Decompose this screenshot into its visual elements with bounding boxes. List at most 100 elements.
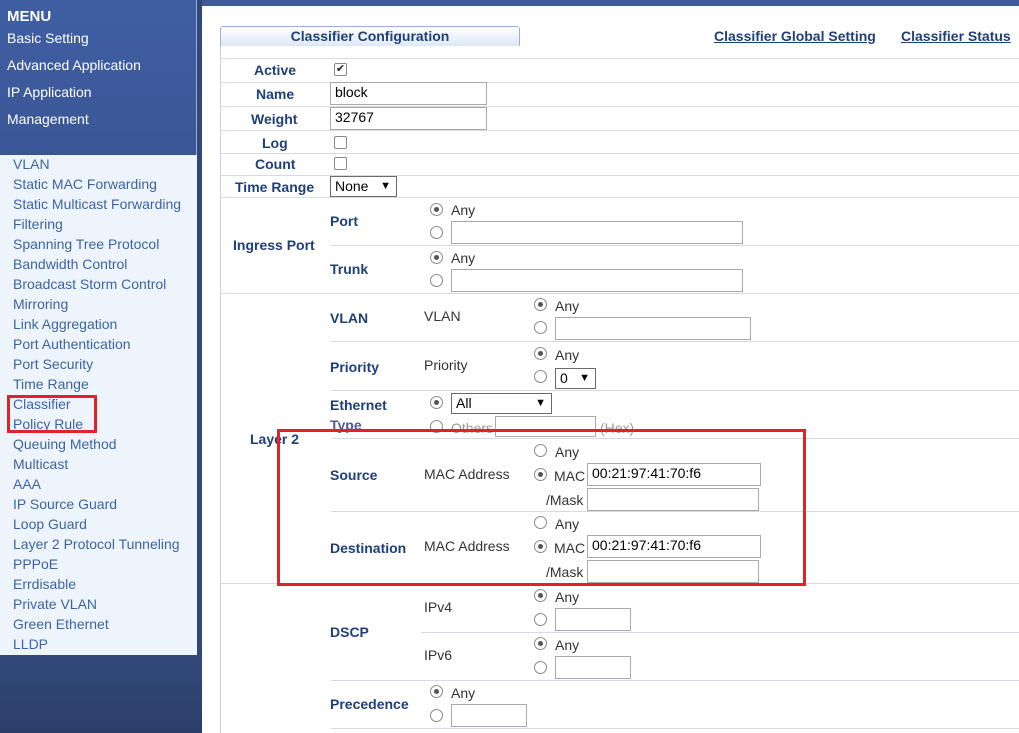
trunk-input[interactable] <box>451 269 743 292</box>
priority-select[interactable]: 0 ▼ <box>555 368 596 389</box>
sub-item-ip-source-guard[interactable]: IP Source Guard <box>13 496 117 512</box>
menu-title: MENU <box>7 8 52 25</box>
sub-item-spanning-tree-protocol[interactable]: Spanning Tree Protocol <box>13 236 159 252</box>
sub-item-multicast[interactable]: Multicast <box>13 456 68 472</box>
vlan-custom-radio[interactable] <box>534 321 547 334</box>
vlan-any-radio[interactable] <box>534 298 547 311</box>
sub-item-port-security[interactable]: Port Security <box>13 356 93 372</box>
precedence-label: Precedence <box>330 696 409 712</box>
sub-item-mirroring[interactable]: Mirroring <box>13 296 68 312</box>
row-divider <box>331 390 1019 391</box>
menu-footer <box>0 655 202 733</box>
classifier-status-link[interactable]: Classifier Status <box>901 28 1011 44</box>
ethernet-type-all-radio[interactable] <box>430 396 443 409</box>
menu-basic-setting[interactable]: Basic Setting <box>7 30 89 46</box>
precedence-any-label: Any <box>451 685 476 701</box>
row-divider <box>331 245 1019 246</box>
vlan-label: VLAN <box>330 310 369 326</box>
dscp-ipv6-label: IPv6 <box>424 647 453 663</box>
menu-divider <box>197 0 202 733</box>
classifier-highlight-box <box>7 395 97 433</box>
count-checkbox[interactable] <box>334 157 347 170</box>
active-checkbox[interactable]: ✔ <box>334 63 347 76</box>
tab-classifier-configuration[interactable]: Classifier Configuration <box>220 26 520 46</box>
dscp-ipv6-input[interactable] <box>555 656 631 679</box>
sub-item-pppoe[interactable]: PPPoE <box>13 556 58 572</box>
port-any-radio[interactable] <box>430 203 443 216</box>
port-custom-radio[interactable] <box>430 226 443 239</box>
sub-item-lldp[interactable]: LLDP <box>13 636 48 652</box>
vlan-input[interactable] <box>555 317 751 340</box>
sub-item-static-mac-forwarding[interactable]: Static MAC Forwarding <box>13 176 157 192</box>
sub-item-filtering[interactable]: Filtering <box>13 216 63 232</box>
mac-highlight-box <box>277 429 806 586</box>
time-range-select[interactable]: None ▼ <box>330 176 397 197</box>
trunk-any-radio[interactable] <box>430 251 443 264</box>
sub-item-layer2-protocol-tunneling[interactable]: Layer 2 Protocol Tunneling <box>13 536 180 552</box>
row-divider <box>331 728 1019 729</box>
vlan-any-label: Any <box>555 298 580 314</box>
weight-input[interactable]: 32767 <box>330 107 487 130</box>
row-divider <box>221 153 1019 154</box>
trunk-custom-radio[interactable] <box>430 274 443 287</box>
count-label: Count <box>255 156 296 172</box>
priority-any-label: Any <box>555 347 580 363</box>
row-divider <box>221 197 1019 198</box>
trunk-any-label: Any <box>451 250 476 266</box>
dscp-ipv6-any-radio[interactable] <box>534 637 547 650</box>
row-divider <box>221 293 1019 294</box>
sub-item-time-range[interactable]: Time Range <box>13 376 89 392</box>
top-strip <box>202 0 1019 6</box>
sub-item-link-aggregation[interactable]: Link Aggregation <box>13 316 117 332</box>
precedence-any-radio[interactable] <box>430 685 443 698</box>
ethernet-type-label: Ethernet <box>330 397 387 413</box>
dscp-ipv4-input[interactable] <box>555 608 631 631</box>
priority-custom-radio[interactable] <box>534 370 547 383</box>
row-divider <box>221 130 1019 131</box>
sub-item-queuing-method[interactable]: Queuing Method <box>13 436 117 452</box>
port-input[interactable] <box>451 221 743 244</box>
sub-item-green-ethernet[interactable]: Green Ethernet <box>13 616 109 632</box>
row-divider <box>221 58 1019 59</box>
dscp-ipv4-label: IPv4 <box>424 599 453 615</box>
dscp-ipv4-any-label: Any <box>555 589 580 605</box>
row-divider <box>331 341 1019 342</box>
sub-item-static-multicast-forwarding[interactable]: Static Multicast Forwarding <box>13 196 181 212</box>
dscp-ipv4-any-radio[interactable] <box>534 589 547 602</box>
dscp-ipv4-custom-radio[interactable] <box>534 613 547 626</box>
precedence-custom-radio[interactable] <box>430 709 443 722</box>
ingress-port-label: Ingress Port <box>233 237 315 253</box>
sub-item-errdisable[interactable]: Errdisable <box>13 576 76 592</box>
dscp-ipv6-any-label: Any <box>555 637 580 653</box>
sub-item-broadcast-storm-control[interactable]: Broadcast Storm Control <box>13 276 166 292</box>
name-input[interactable]: block <box>330 82 487 105</box>
ethernet-type-select[interactable]: All ▼ <box>451 393 552 414</box>
dscp-ipv6-custom-radio[interactable] <box>534 661 547 674</box>
row-divider <box>421 632 1019 633</box>
time-range-label: Time Range <box>235 179 315 195</box>
precedence-input[interactable] <box>451 704 527 727</box>
time-range-value: None <box>335 178 369 194</box>
port-label: Port <box>330 213 358 229</box>
priority-sub-label: Priority <box>424 357 468 373</box>
log-checkbox[interactable] <box>334 136 347 149</box>
menu-header: MENU Basic Setting Advanced Application … <box>0 0 197 155</box>
sub-item-port-authentication[interactable]: Port Authentication <box>13 336 131 352</box>
priority-any-radio[interactable] <box>534 347 547 360</box>
priority-label: Priority <box>330 359 380 375</box>
port-any-label: Any <box>451 202 476 218</box>
chevron-down-icon: ▼ <box>579 372 590 384</box>
weight-label: Weight <box>251 111 298 127</box>
menu-ip-application[interactable]: IP Application <box>7 84 92 100</box>
menu-management[interactable]: Management <box>7 111 89 127</box>
sub-item-vlan[interactable]: VLAN <box>13 156 50 172</box>
priority-value: 0 <box>560 370 568 386</box>
menu-advanced-application[interactable]: Advanced Application <box>7 57 141 73</box>
sub-item-private-vlan[interactable]: Private VLAN <box>13 596 97 612</box>
sub-item-bandwidth-control[interactable]: Bandwidth Control <box>13 256 127 272</box>
row-divider <box>331 680 1019 681</box>
sub-item-aaa[interactable]: AAA <box>13 476 41 492</box>
classifier-global-setting-link[interactable]: Classifier Global Setting <box>714 28 876 44</box>
sub-item-loop-guard[interactable]: Loop Guard <box>13 516 87 532</box>
log-label: Log <box>262 135 288 151</box>
